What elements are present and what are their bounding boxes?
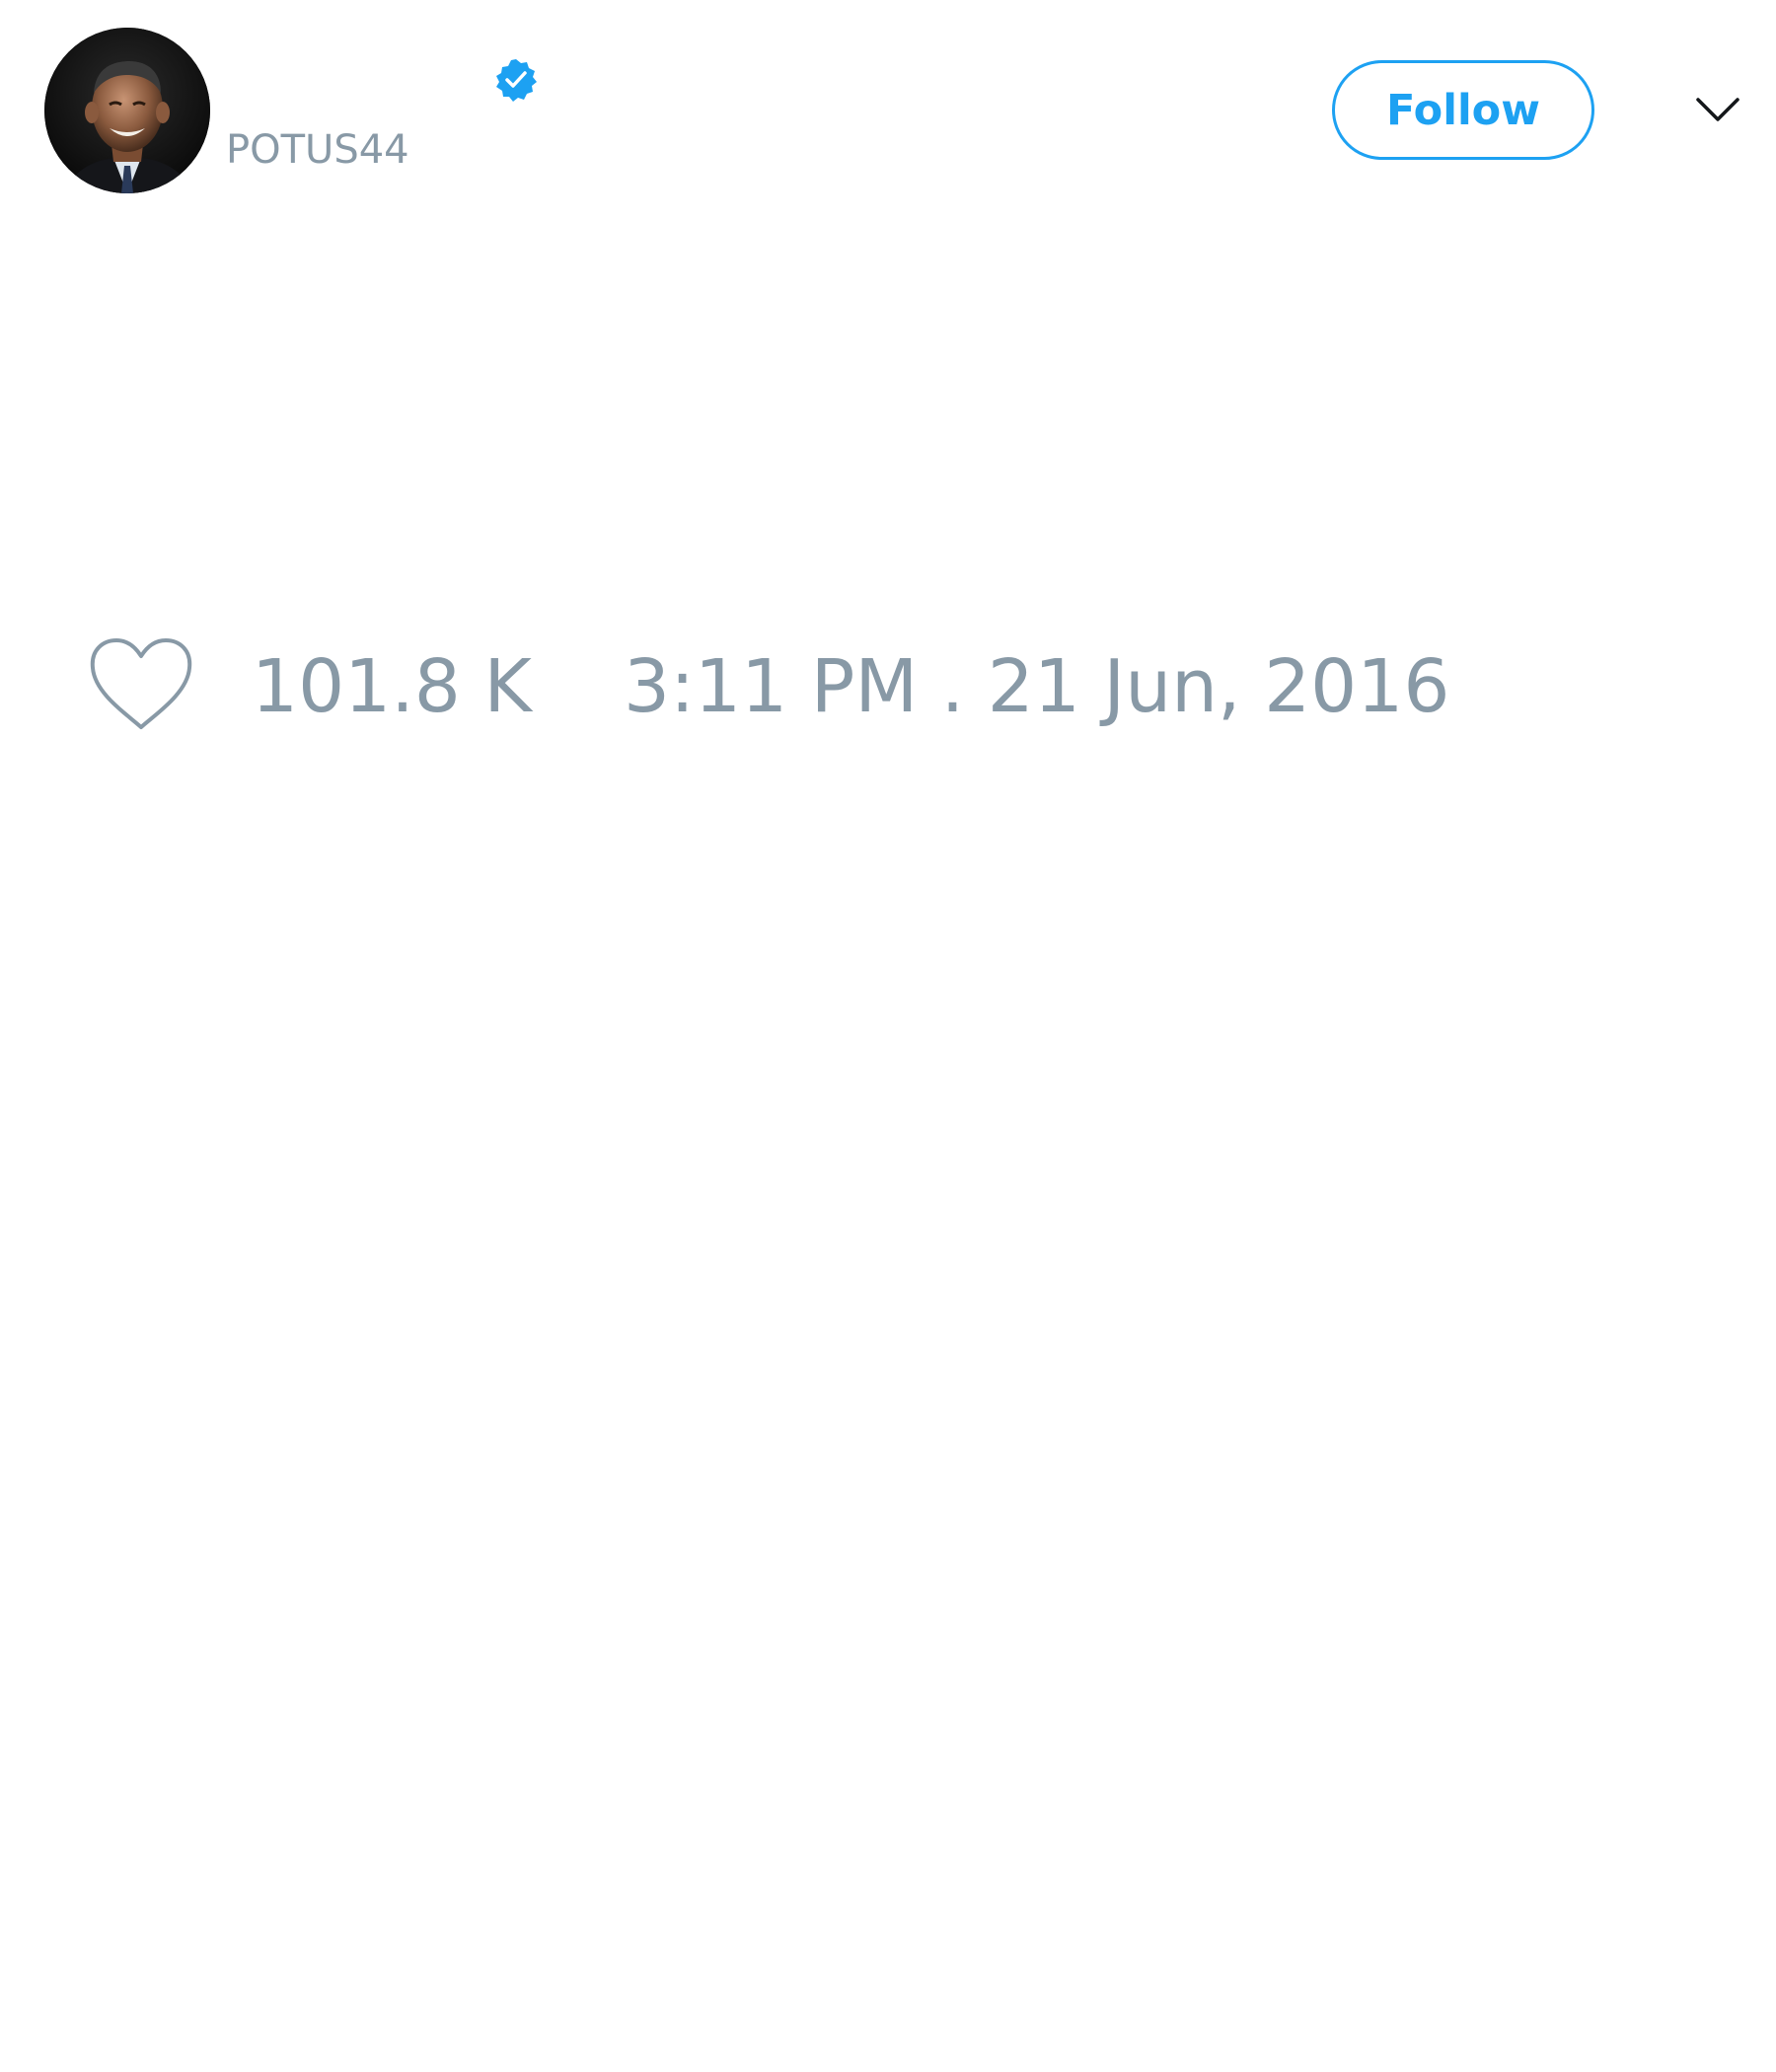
like-count: 101.8 K [252,644,532,729]
tweet-timestamp[interactable]: 3:11 PM . 21 Jun, 2016 [624,644,1449,729]
avatar-photo [44,28,210,193]
chevron-down-icon[interactable] [1695,95,1740,124]
heart-icon[interactable] [89,636,193,731]
avatar[interactable] [44,28,210,193]
follow-button[interactable]: Follow [1332,60,1594,160]
verified-badge-icon [493,57,539,103]
user-handle[interactable]: POTUS44 [226,126,409,174]
